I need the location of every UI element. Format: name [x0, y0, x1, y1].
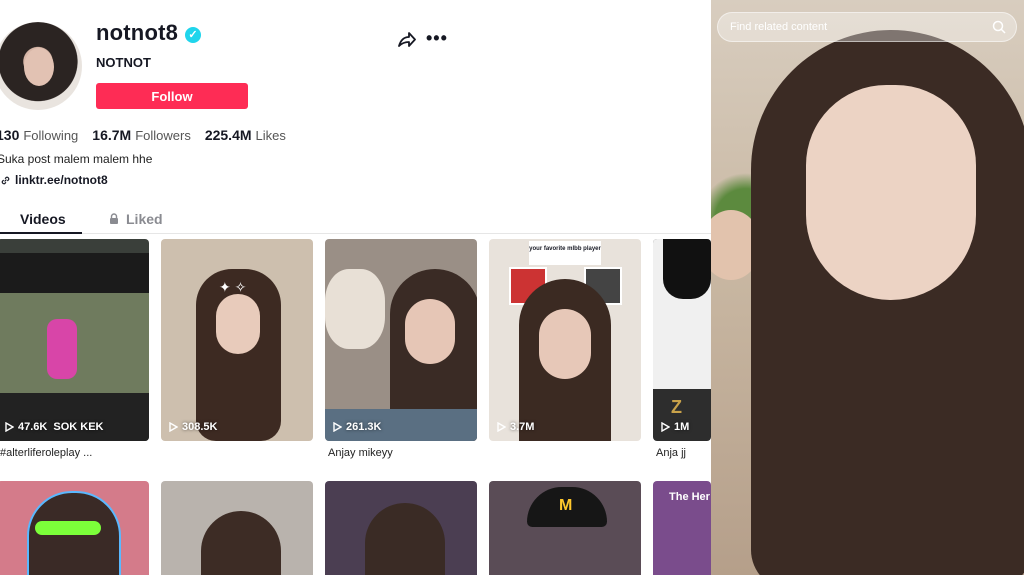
bio: Suka post malem malem hhe [0, 152, 153, 166]
video-play-count: 3.7M [497, 421, 534, 433]
play-icon [169, 422, 178, 432]
creator-face [806, 85, 976, 300]
video-overlay-text: The Her [669, 491, 710, 503]
video-caption[interactable]: Anjay mikeyy [328, 447, 480, 459]
follow-button[interactable]: Follow [96, 83, 248, 109]
video-card[interactable] [161, 481, 313, 575]
play-icon [5, 422, 14, 432]
video-caption[interactable]: Anja jj [656, 447, 708, 459]
bio-link-text: linktr.ee/notnot8 [15, 173, 108, 187]
video-card[interactable]: 47.6K SOK KEK [0, 239, 149, 441]
tab-liked[interactable]: Liked [108, 211, 163, 227]
profile-panel: notnot8 ✓ NOTNOT Follow ••• 130Following… [0, 0, 711, 575]
video-play-count: 261.3K [333, 421, 381, 433]
video-card[interactable] [325, 481, 477, 575]
more-options-icon[interactable]: ••• [426, 28, 448, 49]
bio-link[interactable]: linktr.ee/notnot8 [0, 173, 108, 187]
avatar[interactable] [0, 22, 82, 110]
play-icon [333, 422, 342, 432]
nickname: NOTNOT [96, 55, 151, 70]
search-icon[interactable] [992, 20, 1006, 34]
stat-followers[interactable]: 16.7M Followers [92, 127, 191, 143]
share-icon[interactable] [396, 30, 416, 50]
video-card[interactable]: The Her [653, 481, 711, 575]
link-icon [1, 176, 10, 184]
video-play-count: 308.5K [169, 421, 217, 433]
play-icon [661, 422, 670, 432]
profile-tabs: Videos Liked [0, 207, 711, 234]
video-caption[interactable]: #alterliferoleplay ... [0, 447, 152, 459]
video-card[interactable]: Z 1M [653, 239, 711, 441]
video-play-count: 47.6K SOK KEK [5, 421, 103, 433]
stat-likes: 225.4M Likes [204, 127, 286, 143]
verified-badge-icon: ✓ [185, 27, 201, 43]
video-card[interactable]: your favorite mlbb player 3.7M [489, 239, 641, 441]
video-card[interactable]: 261.3K [325, 239, 477, 441]
active-tab-indicator [0, 232, 82, 234]
video-overlay-text: your favorite mlbb player [529, 241, 601, 265]
video-card[interactable]: M [489, 481, 641, 575]
related-search-input[interactable] [728, 20, 982, 34]
lock-icon [110, 213, 118, 224]
related-search-bar[interactable] [717, 12, 1017, 42]
video-card[interactable]: ✦ ✧ 308.5K [161, 239, 313, 441]
stat-following[interactable]: 130Following [0, 127, 78, 143]
video-player[interactable] [711, 0, 1024, 575]
tab-videos[interactable]: Videos [20, 211, 66, 227]
profile-stats: 130Following 16.7MFollowers 225.4MLikes [0, 127, 286, 143]
video-card[interactable] [0, 481, 149, 575]
video-play-count: 1M [661, 421, 689, 433]
username: notnot8 [96, 20, 179, 45]
play-icon [497, 422, 506, 432]
